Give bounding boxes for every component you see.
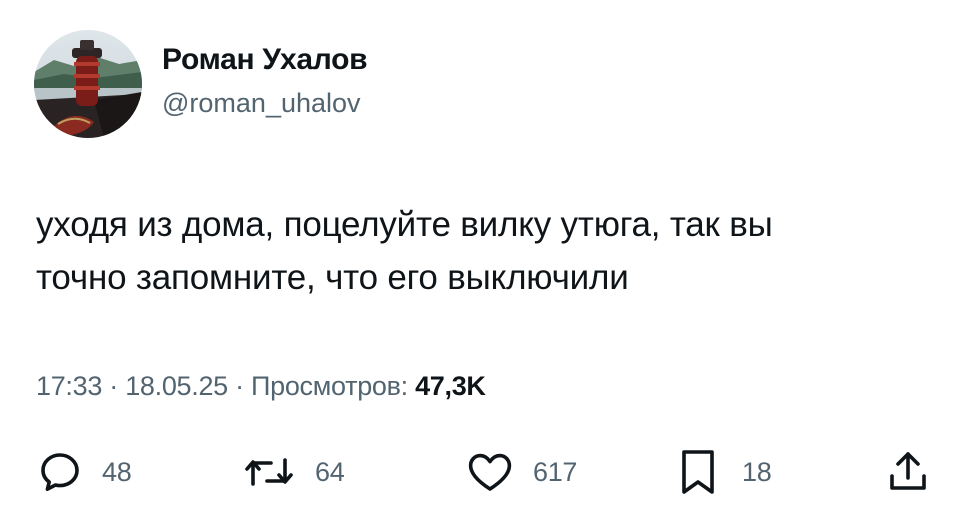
- views-count: 47,3K: [415, 371, 486, 401]
- tweet-date: 18.05.25: [125, 371, 228, 401]
- bookmark-button[interactable]: 18: [676, 446, 772, 498]
- heart-icon: [468, 453, 512, 491]
- avatar-photo: [34, 30, 142, 138]
- share-button[interactable]: [884, 446, 932, 498]
- reply-count: 48: [102, 456, 132, 487]
- reply-button[interactable]: 48: [36, 446, 132, 498]
- meta-separator: ·: [102, 371, 126, 401]
- like-count: 617: [533, 456, 578, 487]
- tweet-timestamp[interactable]: 17:33 · 18.05.25: [36, 371, 228, 401]
- views-link[interactable]: Просмотров: 47,3K: [251, 371, 486, 401]
- tweet-meta: 17:33 · 18.05.25 · Просмотров: 47,3K: [36, 371, 486, 402]
- repost-count: 64: [315, 456, 345, 487]
- tweet-text: уходя из дома, поцелуйте вилку утюга, та…: [36, 198, 936, 304]
- repost-button[interactable]: 64: [243, 446, 345, 498]
- tweet: Роман Ухалов @roman_uhalov уходя из дома…: [0, 0, 960, 526]
- author-display-name[interactable]: Роман Ухалов: [162, 43, 368, 77]
- bookmark-icon: [682, 450, 714, 494]
- meta-separator: ·: [227, 371, 251, 401]
- like-button[interactable]: 617: [465, 446, 577, 498]
- action-bar: 48 64 617 18: [0, 446, 960, 498]
- repost-icon: [245, 458, 293, 486]
- bookmark-count: 18: [742, 456, 772, 487]
- tweet-text-line: уходя из дома, поцелуйте вилку утюга, та…: [36, 205, 773, 244]
- views-label: Просмотров:: [251, 371, 416, 401]
- reply-icon: [41, 453, 79, 491]
- avatar[interactable]: [34, 30, 142, 138]
- tweet-time: 17:33: [36, 371, 103, 401]
- share-icon: [890, 452, 926, 490]
- author-handle[interactable]: @roman_uhalov: [162, 88, 361, 119]
- tweet-text-line: точно запомните, что его выключили: [36, 258, 629, 297]
